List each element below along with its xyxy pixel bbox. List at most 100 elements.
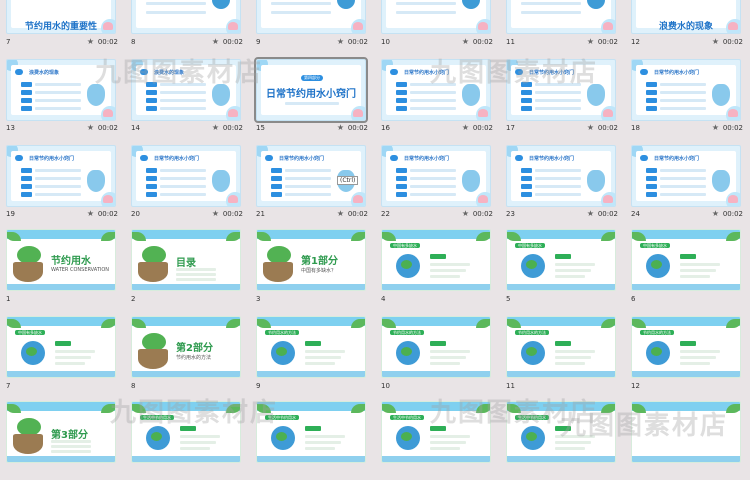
leaf-decoration xyxy=(101,232,115,241)
text-placeholder xyxy=(410,83,456,86)
slide-thumbnail[interactable]: 日常节约用水小窍门 xyxy=(131,145,241,207)
label-block xyxy=(430,341,446,346)
rock xyxy=(138,262,168,282)
slide-thumbnail[interactable]: 生活中节约用水 xyxy=(256,401,366,463)
slide-number: 2 xyxy=(131,295,136,303)
label-block xyxy=(646,184,657,189)
slide-thumbnail[interactable]: 第1部分 中国有多缺水？ xyxy=(256,229,366,291)
coral-decoration xyxy=(728,109,738,117)
slide-meta: 11 xyxy=(506,382,618,394)
text-placeholder xyxy=(160,185,206,188)
slide-thumbnail[interactable]: 日常节约用水小窍门 第四部分 xyxy=(254,57,368,123)
coral-decoration xyxy=(228,109,238,117)
text-placeholder xyxy=(660,99,706,102)
leaf-decoration xyxy=(351,404,365,413)
slide-thumbnail[interactable]: 节约用水的方法 xyxy=(631,316,741,378)
label-block xyxy=(521,82,532,87)
slide-thumbnail[interactable] xyxy=(506,0,616,34)
text-placeholder xyxy=(35,169,81,172)
slide-subtitle: 节约用水的方法 xyxy=(176,355,212,361)
slide-meta: 6 xyxy=(631,295,743,307)
text-placeholder xyxy=(660,83,706,86)
slide-big-title: 第3部分 xyxy=(51,430,88,441)
slide-thumbnail[interactable]: 浪费水的现象 xyxy=(6,59,116,121)
slide-meta: 12 ★ 00:02 xyxy=(631,38,743,50)
paste-options-badge[interactable]: (Ctrl) xyxy=(337,176,359,185)
slide-thumbnail[interactable]: 节约用水的重要性 xyxy=(6,0,116,34)
sky-decoration xyxy=(382,317,490,326)
text-placeholder xyxy=(430,356,466,359)
text-placeholder xyxy=(160,99,206,102)
label-block xyxy=(646,98,657,103)
coral-decoration xyxy=(478,109,488,117)
text-placeholder xyxy=(555,447,585,450)
slide-thumbnail[interactable]: 中国有多缺水 xyxy=(6,316,116,378)
slide-meta: 15 ★ 00:02 xyxy=(256,124,368,136)
slide-thumbnail[interactable]: 生活中节约用水 xyxy=(131,401,241,463)
slide-thumbnail[interactable]: 日常节约用水小窍门 xyxy=(381,145,491,207)
slide-thumbnail[interactable]: 目录 xyxy=(131,229,241,291)
slide-thumbnail[interactable]: 浪费水的现象 xyxy=(131,59,241,121)
slide-thumbnail[interactable]: 日常节约用水小窍门 xyxy=(381,59,491,121)
slide-heading: 日常节约用水小窍门 xyxy=(404,156,450,162)
heading-badge xyxy=(15,155,23,161)
slide-thumbnail[interactable]: 浪费水的现象 xyxy=(631,0,741,34)
slide-thumbnail[interactable]: 中国有多缺水 xyxy=(631,229,741,291)
text-placeholder xyxy=(305,447,335,450)
text-placeholder xyxy=(680,350,720,353)
text-placeholder xyxy=(660,185,706,188)
slide-thumbnail[interactable]: 节约用水 WATER CONSERVATION xyxy=(6,229,116,291)
label-block xyxy=(521,106,532,111)
slide-duration: 00:02 xyxy=(597,38,618,46)
slide-meta: 5 xyxy=(506,295,618,307)
label-block xyxy=(396,98,407,103)
slide-meta: 7 xyxy=(6,382,118,394)
slide-thumbnail[interactable]: 日常节约用水小窍门 (Ctrl) xyxy=(256,145,366,207)
slide-thumbnail[interactable] xyxy=(381,0,491,34)
label-block xyxy=(55,341,71,346)
slide-thumbnail[interactable] xyxy=(631,401,741,463)
text-placeholder xyxy=(271,11,331,14)
slide-thumbnail[interactable] xyxy=(131,0,241,34)
illustration xyxy=(212,170,230,192)
text-placeholder xyxy=(555,275,585,278)
leaf-decoration xyxy=(226,232,240,241)
text-placeholder xyxy=(396,2,456,5)
water-decoration xyxy=(382,456,490,462)
slide-thumbnail[interactable] xyxy=(256,0,366,34)
slide-thumbnail[interactable]: 日常节约用水小窍门 xyxy=(6,145,116,207)
slide-thumbnail[interactable]: 日常节约用水小窍门 xyxy=(506,59,616,121)
label-block xyxy=(521,176,532,181)
slide-thumbnail[interactable]: 日常节约用水小窍门 xyxy=(506,145,616,207)
text-placeholder xyxy=(176,268,216,271)
slide-thumbnail[interactable]: 节约用水的方法 xyxy=(381,316,491,378)
slide-thumbnail[interactable]: 第3部分 xyxy=(6,401,116,463)
slide-duration: 00:02 xyxy=(472,38,493,46)
illustration xyxy=(212,84,230,106)
label-block xyxy=(555,254,571,259)
text-placeholder xyxy=(660,177,706,180)
slide-thumbnail[interactable]: 中国有多缺水 xyxy=(506,229,616,291)
slide-big-title: 目录 xyxy=(176,258,196,269)
animation-star-icon: ★ xyxy=(336,123,344,132)
water-decoration xyxy=(632,456,740,462)
slide-thumbnail[interactable]: 生活中节约用水 xyxy=(506,401,616,463)
label-block xyxy=(21,106,32,111)
leaf-decoration xyxy=(226,404,240,413)
slide-thumbnail[interactable]: 第2部分 节约用水的方法 xyxy=(131,316,241,378)
slide-thumbnail[interactable]: 日常节约用水小窍门 xyxy=(631,145,741,207)
slide-thumbnail[interactable]: 日常节约用水小窍门 xyxy=(631,59,741,121)
text-placeholder xyxy=(285,185,331,188)
label-block xyxy=(680,254,696,259)
text-placeholder xyxy=(535,193,581,196)
animation-star-icon: ★ xyxy=(711,209,719,218)
label-block xyxy=(521,90,532,95)
slide-thumbnail[interactable]: 中国有多缺水 xyxy=(381,229,491,291)
slide-thumbnail[interactable]: 节约用水的方法 xyxy=(256,316,366,378)
rock xyxy=(138,349,168,369)
slide-thumbnail[interactable]: 生活中节约用水 xyxy=(381,401,491,463)
leaf-decoration xyxy=(226,319,240,328)
globe-illustration xyxy=(646,341,670,365)
slide-thumbnail[interactable]: 节约用水的方法 xyxy=(506,316,616,378)
text-placeholder xyxy=(55,356,91,359)
